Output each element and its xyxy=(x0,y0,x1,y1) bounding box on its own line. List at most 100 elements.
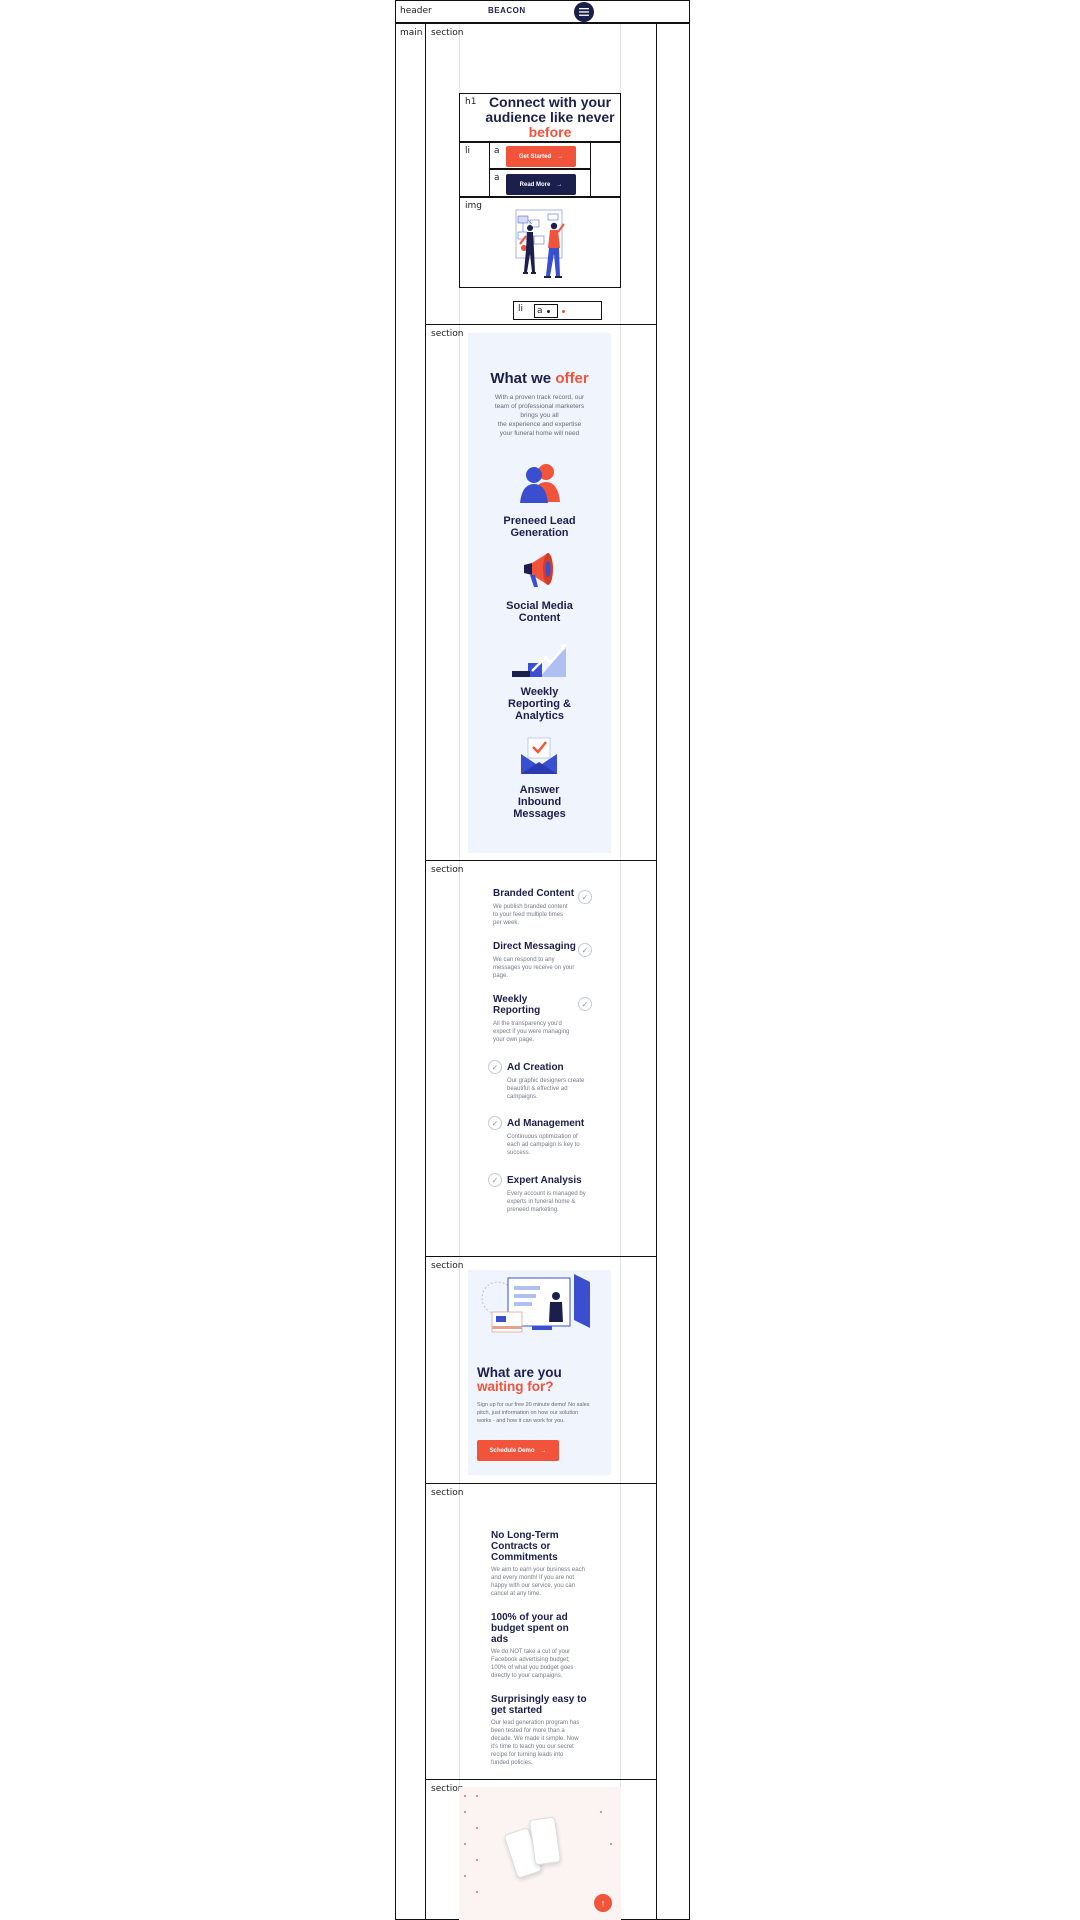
benefit-desc-line: recipe for turning leads into xyxy=(491,1752,564,1758)
service-desc: We can respond to any messages you recei… xyxy=(493,956,597,980)
benefit-item: Surprisingly easy to get started Our lea… xyxy=(491,1694,597,1767)
service-item: Expert Analysis Every account is managed… xyxy=(507,1175,611,1214)
service-desc: Continuous optimization of each ad campa… xyxy=(507,1133,611,1157)
service-desc-line: your own page. xyxy=(493,1037,535,1043)
check-icon: ✓ xyxy=(578,943,592,957)
offer-item-title: Preneed Lead Generation xyxy=(478,515,601,539)
benefit-desc-line: decade. We made it simple. Now xyxy=(491,1736,579,1742)
service-desc-line: expect if you were managing xyxy=(493,1029,570,1035)
section-tag: section xyxy=(431,1261,464,1271)
offer-item-line: Social Media xyxy=(506,600,573,612)
get-started-item: a Get Started → xyxy=(489,142,591,169)
cta-title-highlight: waiting for? xyxy=(477,1379,554,1394)
benefit-desc-line: 100% of what you budget goes xyxy=(491,1665,574,1671)
service-desc-line: All the transparency you'd xyxy=(493,1021,562,1027)
benefit-title: Contracts or xyxy=(491,1541,551,1552)
offer-desc-line: the experience and expertise xyxy=(497,421,582,428)
service-desc-line: Every account is managed by xyxy=(507,1191,586,1197)
read-more-button[interactable]: Read More → xyxy=(506,174,576,195)
offer-title-highlight: offer xyxy=(555,370,589,387)
offer-item-line: Reporting & xyxy=(508,698,571,710)
slider-dot-link[interactable]: a xyxy=(534,304,558,318)
hero-title-line1: Connect with your xyxy=(488,94,612,110)
offer-item-line: Content xyxy=(518,612,561,624)
users-icon xyxy=(520,464,560,503)
section-tag: section xyxy=(431,28,464,38)
benefit-desc-line: Facebook advertising budget; xyxy=(491,1657,570,1663)
li-tag: li xyxy=(465,146,471,156)
cta-description: Sign up for our free 20 minute demo! No … xyxy=(477,1401,607,1425)
schedule-demo-button[interactable]: Schedule Demo → xyxy=(477,1440,559,1461)
get-started-label: Get Started xyxy=(518,153,552,160)
check-icon: ✓ xyxy=(578,997,592,1011)
benefit-title: Commitments xyxy=(491,1552,558,1563)
service-desc-line: We can respond to any xyxy=(493,957,555,963)
hamburger-icon xyxy=(579,8,589,16)
service-desc-line: Our graphic designers create xyxy=(507,1078,585,1084)
offer-item-line: Messages xyxy=(513,808,566,820)
cta-desc-line: pitch, just information on how our solut… xyxy=(477,1410,579,1416)
service-desc-line: per week. xyxy=(493,920,520,926)
bg-dot xyxy=(464,1875,466,1877)
hero-title: Connect with your audience like never be… xyxy=(480,95,620,140)
benefit-item: No Long-Term Contracts or Commitments We… xyxy=(491,1530,597,1598)
a-tag: a xyxy=(494,146,500,156)
offer-item-line: Answer xyxy=(519,784,560,796)
demo-illustration xyxy=(481,1274,590,1333)
dot-inactive[interactable] xyxy=(562,310,565,313)
arrow-right-icon: → xyxy=(557,153,564,160)
offer-item-line: Analytics xyxy=(515,710,564,722)
service-desc: Our graphic designers create beautiful &… xyxy=(507,1077,611,1101)
offer-desc-line: brings you all xyxy=(520,412,559,419)
scroll-to-top-button[interactable]: ↑ xyxy=(594,1894,612,1912)
service-desc-line: messages you receive on your xyxy=(493,965,575,971)
offer-item-line: Generation xyxy=(510,527,569,539)
megaphone-icon xyxy=(524,553,553,587)
bg-dot xyxy=(610,1843,612,1845)
benefit-title: get started xyxy=(491,1705,543,1716)
service-desc-line: page. xyxy=(493,973,509,979)
service-desc-line: success. xyxy=(507,1150,531,1156)
offer-description: With a proven track record, our team of … xyxy=(478,393,601,438)
offer-item-title: Social Media Content xyxy=(478,600,601,624)
service-title: Expert Analysis xyxy=(507,1175,582,1186)
service-title: Ad Creation xyxy=(507,1062,564,1073)
section-tag: section xyxy=(431,865,464,875)
check-icon: ✓ xyxy=(488,1060,502,1074)
bg-dot xyxy=(476,1827,478,1829)
benefit-desc-line: happy with our service, you can xyxy=(491,1583,576,1589)
benefit-item: 100% of your ad budget spent on ads We d… xyxy=(491,1612,597,1680)
arrow-right-icon: → xyxy=(540,1447,547,1454)
benefit-title: Surprisingly easy to xyxy=(491,1694,587,1705)
offer-item-line: Weekly xyxy=(520,686,559,698)
offer-desc-line: your funeral home will need xyxy=(499,430,580,437)
benefit-desc-line: funded policies. xyxy=(491,1760,533,1766)
benefit-desc-line: cancel at any time. xyxy=(491,1591,542,1597)
slider-dots-list: li a xyxy=(513,301,602,320)
service-desc-line: We publish branded content xyxy=(493,904,568,910)
service-desc: Every account is managed by experts in f… xyxy=(507,1190,611,1214)
benefit-desc: We aim to earn your business each and ev… xyxy=(491,1566,597,1598)
menu-button[interactable] xyxy=(574,2,594,22)
dot-active xyxy=(547,310,550,313)
cta-title: What are you waiting for? xyxy=(477,1366,607,1394)
service-item: Ad Creation Our graphic designers create… xyxy=(507,1062,611,1101)
envelope-icon xyxy=(521,737,557,774)
offer-desc-line: With a proven track record, our xyxy=(494,394,585,401)
main-tag: main xyxy=(400,28,423,38)
offer-item-title: Answer Inbound Messages xyxy=(478,784,601,820)
get-started-button[interactable]: Get Started → xyxy=(506,146,576,167)
service-desc: All the transparency you'd expect if you… xyxy=(493,1020,597,1044)
bg-dot xyxy=(464,1811,466,1813)
offer-item-line: Inbound xyxy=(517,796,562,808)
benefit-title: ads xyxy=(491,1634,509,1645)
chart-icon xyxy=(512,644,566,677)
benefit-desc-line: been tested for more than a xyxy=(491,1728,565,1734)
offer-item-line: Preneed Lead xyxy=(503,515,576,527)
check-icon: ✓ xyxy=(578,890,592,904)
benefit-desc-line: We aim to earn your business each xyxy=(491,1567,585,1573)
site-logo[interactable]: BEACON xyxy=(488,6,526,15)
offer-title: What we offer xyxy=(468,370,611,387)
benefit-desc-line: Our lead generation program has xyxy=(491,1720,580,1726)
service-desc-line: experts in funeral home & xyxy=(507,1199,576,1205)
